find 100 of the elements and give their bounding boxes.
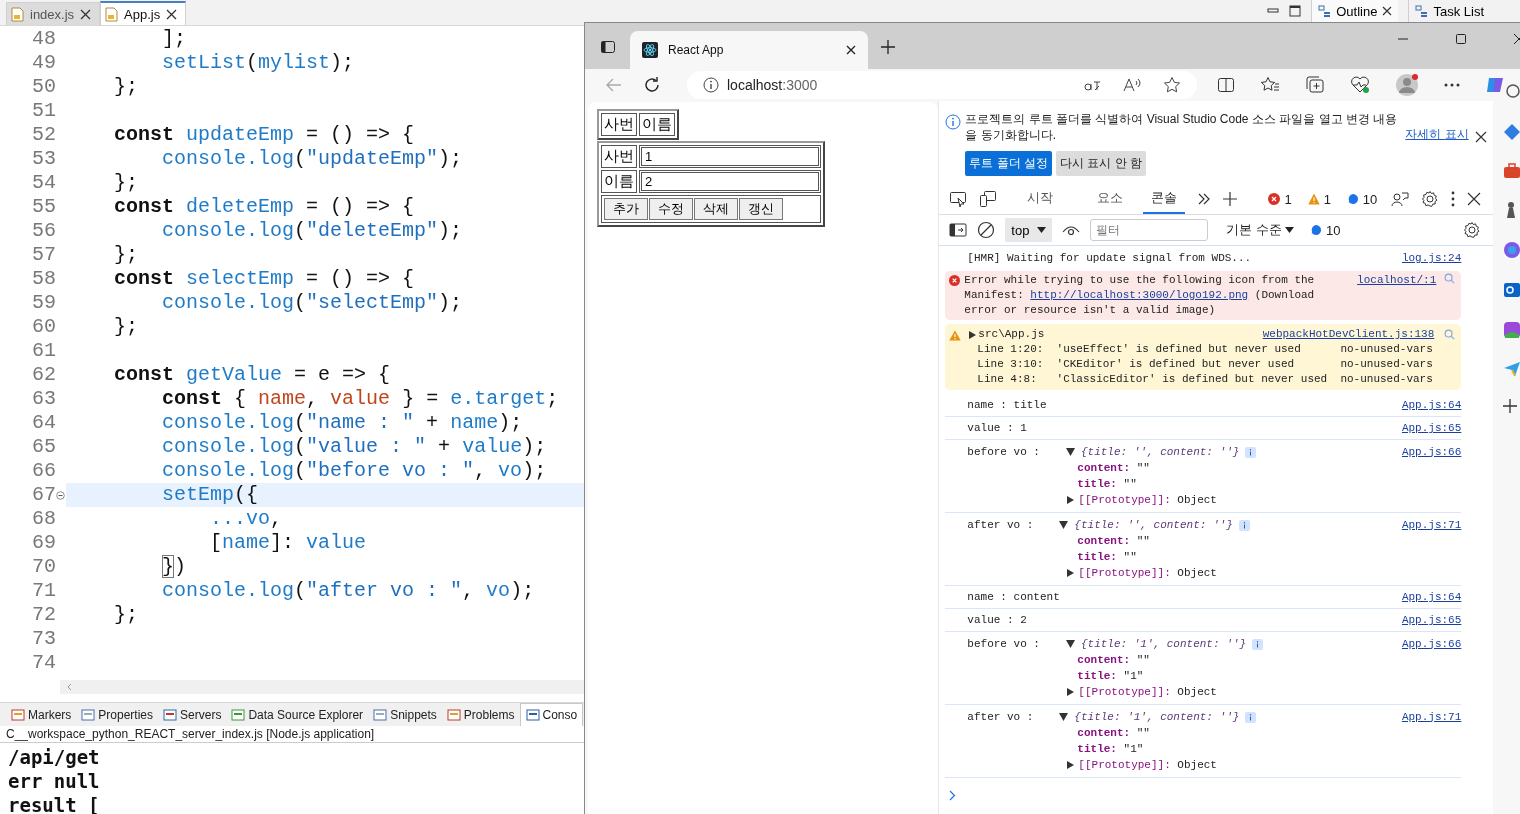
diamond-icon[interactable]: [1503, 123, 1520, 141]
browser-tab[interactable]: React App: [630, 31, 868, 69]
expand-arrow-icon[interactable]: [1067, 496, 1075, 504]
warning-count-button[interactable]: 1: [1305, 191, 1333, 207]
input-field[interactable]: 2: [641, 172, 819, 191]
info-button[interactable]: 루트 폴더 설정: [965, 151, 1052, 176]
error-count-button[interactable]: 1: [1266, 191, 1294, 207]
log-message: [HMR] Waiting for update signal from WDS...: [967, 251, 1252, 266]
fold-icon[interactable]: [56, 490, 65, 500]
close-icon[interactable]: [1467, 192, 1482, 206]
source-link[interactable]: log.js:24: [1401, 251, 1462, 266]
view-tab[interactable]: Problems: [441, 703, 520, 726]
favorites-icon[interactable]: [1260, 76, 1280, 94]
source-link[interactable]: App.js:65: [1401, 421, 1462, 436]
paper-plane-icon[interactable]: [1503, 361, 1520, 377]
object-property: content: "": [1076, 461, 1151, 476]
editor-tab[interactable]: App.js: [100, 1, 187, 25]
expand-arrow-icon[interactable]: [1067, 688, 1075, 696]
address-field[interactable]: localhost:3000: [687, 71, 1197, 99]
editor-tab[interactable]: index.js: [6, 2, 101, 25]
heartbeat-icon[interactable]: [1350, 76, 1370, 94]
read-aloud-icon[interactable]: [1123, 77, 1141, 93]
view-tab[interactable]: Data Source Explorer: [226, 703, 369, 726]
collections-icon[interactable]: [1305, 76, 1325, 94]
form-button[interactable]: 삭제: [694, 198, 738, 220]
form-button[interactable]: 추가: [604, 198, 648, 220]
clear-icon[interactable]: [977, 221, 996, 239]
devtools-tab[interactable]: 콘솔: [1143, 184, 1186, 214]
prompt-icon[interactable]: [949, 790, 957, 801]
mail-icon[interactable]: [1503, 281, 1520, 299]
device-icon[interactable]: [979, 190, 998, 208]
console-line: /api/get: [8, 745, 101, 769]
expand-arrow-icon[interactable]: [1065, 640, 1075, 648]
add-icon[interactable]: [1503, 399, 1518, 413]
view-tab[interactable]: Markers: [6, 703, 77, 726]
info-count-button[interactable]: 10: [1308, 222, 1343, 238]
view-tab[interactable]: Properties: [76, 703, 159, 726]
close-icon[interactable]: [80, 8, 92, 20]
more-icon[interactable]: [1451, 191, 1456, 207]
devtools-tab[interactable]: 요소: [1089, 184, 1132, 214]
eye-icon[interactable]: [1062, 224, 1081, 236]
info-icon[interactable]: [703, 77, 719, 93]
avatar-icon[interactable]: [1395, 73, 1419, 97]
form-button[interactable]: 갱신: [739, 198, 783, 220]
feedback-icon[interactable]: [1391, 191, 1410, 207]
expand-arrow-icon[interactable]: [969, 330, 977, 339]
settings-icon[interactable]: [1421, 190, 1440, 208]
source-link[interactable]: App.js:64: [1401, 398, 1462, 413]
source-link[interactable]: App.js:71: [1401, 517, 1462, 533]
add-icon[interactable]: [1223, 192, 1238, 206]
more-icon[interactable]: [1444, 83, 1460, 87]
source-link[interactable]: App.js:66: [1401, 444, 1462, 460]
level-dropdown[interactable]: 기본 수준: [1222, 221, 1299, 239]
info-button[interactable]: 다시 표시 안 함: [1056, 151, 1146, 176]
scrollbar[interactable]: [60, 680, 584, 694]
view-tab[interactable]: Outline: [1311, 0, 1399, 22]
settings-icon[interactable]: [1463, 221, 1482, 239]
expand-arrow-icon[interactable]: [1059, 713, 1069, 721]
expand-arrow-icon[interactable]: [1067, 761, 1075, 769]
url-link[interactable]: http://localhost:3000/logo192.png: [1030, 289, 1249, 301]
code-line: };: [113, 315, 140, 339]
inspect-icon[interactable]: [949, 191, 968, 207]
expand-arrow-icon[interactable]: [1065, 448, 1075, 456]
close-icon[interactable]: [846, 45, 856, 55]
learn-more-link[interactable]: 자세히 표시: [1405, 126, 1469, 143]
source-link[interactable]: App.js:71: [1401, 709, 1462, 725]
maximize-icon[interactable]: [1289, 5, 1302, 17]
shape-icon[interactable]: [1503, 321, 1520, 339]
source-link[interactable]: App.js:65: [1401, 613, 1462, 628]
expand-arrow-icon[interactable]: [1067, 569, 1075, 577]
form-button[interactable]: 수정: [649, 198, 693, 220]
copilot-icon[interactable]: [1485, 75, 1505, 95]
view-tab[interactable]: Servers: [158, 703, 227, 726]
source-link[interactable]: App.js:66: [1401, 636, 1462, 652]
table-cell: 이름: [601, 170, 637, 193]
close-icon[interactable]: [1382, 6, 1393, 16]
info-count-button[interactable]: 10: [1344, 191, 1380, 207]
briefcase-icon[interactable]: [1503, 163, 1520, 179]
star-icon[interactable]: [1163, 76, 1181, 94]
source-link[interactable]: webpackHotDevClient.js:138: [1262, 327, 1435, 342]
view-tab[interactable]: Conso: [519, 703, 584, 726]
close-icon[interactable]: [166, 8, 178, 20]
filter-field[interactable]: 필터: [1090, 219, 1209, 241]
refresh-icon[interactable]: [643, 76, 661, 94]
maximize-icon[interactable]: [1455, 33, 1467, 45]
split-screen-icon[interactable]: [1217, 77, 1235, 93]
context-dropdown[interactable]: top: [1005, 218, 1053, 242]
close-icon[interactable]: [1474, 131, 1487, 143]
expand-arrow-icon[interactable]: [1059, 521, 1069, 529]
input-field[interactable]: 1: [641, 147, 819, 166]
code-line: };: [113, 171, 140, 195]
source-link[interactable]: App.js:64: [1401, 590, 1462, 605]
sidebar-icon[interactable]: [949, 223, 968, 237]
new-tab-icon[interactable]: [880, 39, 896, 55]
tab-actions-icon[interactable]: [600, 39, 616, 55]
more-tabs-icon[interactable]: [1197, 193, 1212, 205]
devtools-tab[interactable]: 시작: [1019, 184, 1062, 214]
view-tab[interactable]: Snippets: [368, 703, 442, 726]
source-link[interactable]: localhost/:1: [1357, 273, 1437, 288]
minimize-icon[interactable]: [1267, 6, 1280, 16]
